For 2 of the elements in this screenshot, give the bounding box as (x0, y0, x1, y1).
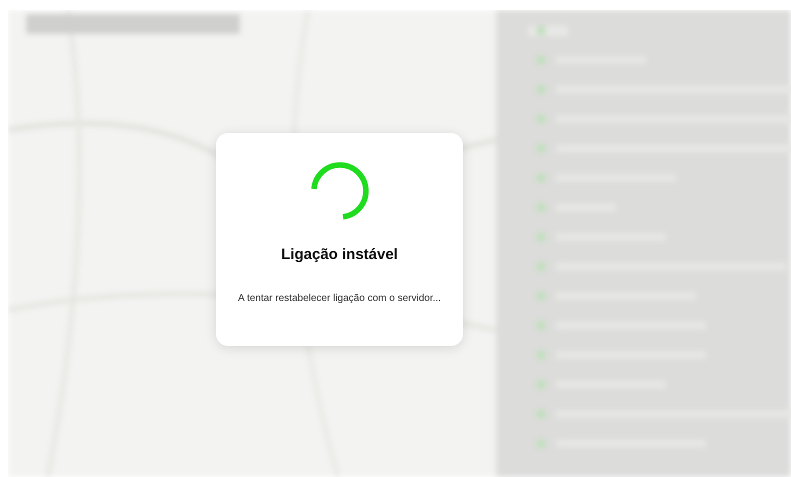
dialog-message: A tentar restabelecer ligação com o servidor... (238, 293, 441, 304)
dialog-title: Ligação instável (281, 246, 398, 263)
